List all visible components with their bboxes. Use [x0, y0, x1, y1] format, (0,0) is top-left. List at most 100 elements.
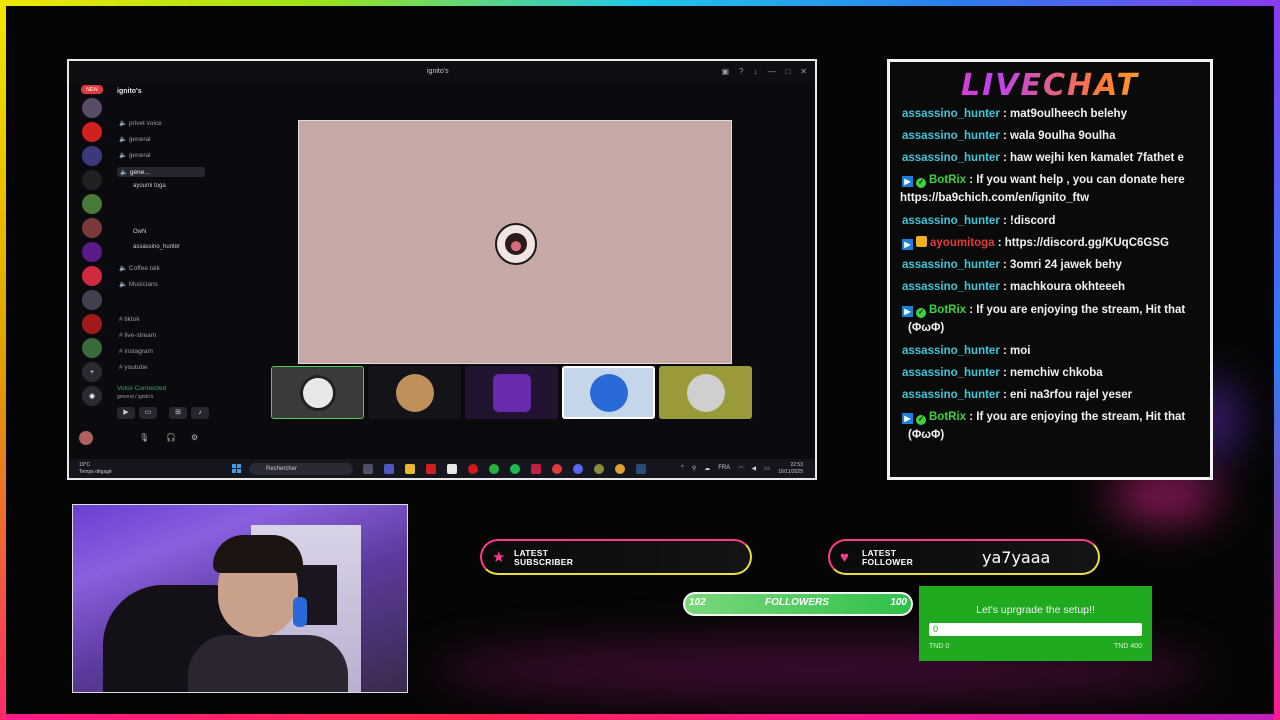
store-icon[interactable] — [447, 464, 457, 474]
avatar — [492, 373, 531, 412]
camera-button[interactable]: ▶ — [117, 407, 135, 419]
help-icon[interactable]: ? — [739, 67, 743, 77]
server-icon[interactable] — [82, 98, 102, 118]
user-panel: 🎙 🎧 ⚙ — [79, 431, 209, 447]
volume-icon[interactable]: ◀ — [751, 465, 756, 472]
chat-message: assassino_hunter : nemchiw chkoba — [902, 366, 1103, 380]
explore-icon[interactable]: ◉ — [82, 386, 102, 406]
chat-message: assassino_hunter : moi — [902, 344, 1030, 358]
chat-text: : nemchiw chkoba — [999, 367, 1103, 379]
chat-message: assassino_hunter : 3omri 24 jawek behy — [902, 258, 1122, 272]
participant-tile[interactable] — [368, 366, 461, 419]
server-icon[interactable] — [82, 314, 102, 334]
server-icon[interactable] — [82, 242, 102, 262]
server-name[interactable]: ignito's — [117, 88, 142, 95]
latest-subscriber-label: LATEST SUBSCRIBER — [514, 548, 574, 567]
task-view-icon[interactable] — [363, 464, 373, 474]
server-icon[interactable] — [82, 266, 102, 286]
participant-tile[interactable] — [562, 366, 655, 419]
chevron-up-icon[interactable]: ^ — [681, 465, 684, 472]
maximize-icon[interactable]: □ — [785, 67, 790, 77]
channel-item[interactable]: 🔈 Musicians — [119, 280, 158, 288]
channel-item[interactable]: # instagram — [119, 348, 153, 355]
opera-icon[interactable] — [468, 464, 478, 474]
taskbar-search[interactable]: Rechercher — [249, 463, 353, 475]
chat-username: ayoumitoga — [930, 237, 995, 249]
tray-icon[interactable]: ⚲ — [692, 465, 696, 472]
discord-icon[interactable] — [573, 464, 583, 474]
app-icon[interactable] — [594, 464, 604, 474]
folder-icon[interactable] — [405, 464, 415, 474]
channel-item[interactable]: 🔈 general — [119, 135, 151, 143]
server-icon-active[interactable] — [82, 338, 102, 358]
channel-item[interactable]: 🔈 Coffee talk — [119, 264, 160, 272]
inbox-icon[interactable]: ▣ — [721, 67, 729, 77]
server-icon[interactable] — [82, 218, 102, 238]
participant-tile[interactable] — [659, 366, 752, 419]
channel-label: youtube — [124, 364, 148, 371]
livechat-panel: LIVECHAT assassino_hunter : mat9oulheech… — [887, 59, 1213, 480]
bot-badge-icon: ▶ — [902, 306, 913, 317]
channel-item[interactable]: # tiktok — [119, 316, 140, 323]
chat-message: ▶ ✓ BotRix : If you want help , you can do… — [902, 173, 1185, 188]
channel-item[interactable]: # youtube — [119, 364, 148, 371]
battery-icon[interactable]: ▭ — [764, 465, 770, 472]
headset-icon[interactable]: 🎧 — [166, 433, 176, 442]
app-icon[interactable] — [531, 464, 541, 474]
bot-badge-icon: ▶ — [902, 176, 913, 187]
participant-tile[interactable] — [465, 366, 558, 419]
channel-label: Musicians — [128, 281, 158, 288]
channel-item[interactable]: 🔈 privet voice — [119, 119, 162, 127]
teams-icon[interactable] — [384, 464, 394, 474]
voice-user[interactable]: OwN — [133, 229, 146, 235]
minimize-icon[interactable]: — — [767, 67, 775, 77]
speaker-avatar[interactable] — [495, 223, 537, 265]
gear-icon[interactable]: ⚙ — [191, 433, 198, 442]
verified-badge-icon: ✓ — [916, 178, 926, 188]
verified-badge-icon: ✓ — [916, 415, 926, 425]
channel-item[interactable]: 🔈 general — [119, 151, 151, 159]
server-icon[interactable] — [82, 146, 102, 166]
tray-icon[interactable]: ☁ — [704, 465, 710, 472]
server-icon[interactable] — [82, 194, 102, 214]
chat-message: ▶ ✓ BotRix : If you are enjoying the strea… — [902, 303, 1185, 318]
windows-start-icon[interactable] — [232, 464, 242, 474]
voice-user[interactable]: assassino_hunter — [133, 244, 180, 250]
weather-widget[interactable]: 19°C Temps dégagé — [79, 462, 112, 476]
mic-icon[interactable]: 🎙 — [139, 433, 149, 442]
steam-icon[interactable] — [636, 464, 646, 474]
server-icon[interactable] — [82, 122, 102, 142]
frame-bottom-border — [0, 714, 1280, 720]
chat-message: ▶ ayoumitoga : https://discord.gg/KUqC6GS… — [902, 236, 1169, 250]
app-icon[interactable] — [552, 464, 562, 474]
weather-temp: 19°C — [79, 462, 91, 468]
chat-message: assassino_hunter : wala 9oulha 9oulha — [902, 129, 1115, 143]
server-icon[interactable] — [82, 290, 102, 310]
server-icon[interactable] — [82, 170, 102, 190]
chrome-icon[interactable] — [615, 464, 625, 474]
voice-stage[interactable] — [298, 120, 732, 364]
channel-item[interactable]: # live-stream — [119, 332, 156, 339]
server-rail: NEW + ◉ — [77, 81, 107, 461]
donation-goal-title: Let's uprgrade the setup!! — [976, 604, 1095, 616]
soundboard-button[interactable]: ♪ — [191, 407, 209, 419]
spotify-icon[interactable] — [510, 464, 520, 474]
taskbar-clock[interactable]: 22:53 16/11/2025 — [778, 462, 803, 476]
participant-tile[interactable] — [271, 366, 364, 419]
activities-button[interactable]: ⊞ — [169, 407, 187, 419]
close-icon[interactable]: ✕ — [800, 67, 807, 77]
language-indicator[interactable]: FRA — [718, 465, 730, 472]
chat-username: assassino_hunter — [902, 152, 1000, 164]
wifi-icon[interactable]: ◠ — [738, 465, 743, 472]
channel-label: general — [128, 136, 151, 143]
latest-subscriber-widget: ★ LATEST SUBSCRIBER — [480, 539, 752, 575]
voice-user[interactable]: ayoumi toga — [133, 183, 166, 189]
screen-share-button[interactable]: ▭ — [139, 407, 157, 419]
adobe-icon[interactable] — [426, 464, 436, 474]
channel-item-active[interactable]: 🔈 gene... — [117, 167, 205, 177]
download-icon[interactable]: ↓ — [753, 67, 757, 77]
whatsapp-icon[interactable] — [489, 464, 499, 474]
add-server-icon[interactable]: + — [82, 362, 102, 382]
avatar[interactable] — [79, 431, 93, 445]
donation-goal-max: TND 400 — [1113, 643, 1142, 650]
